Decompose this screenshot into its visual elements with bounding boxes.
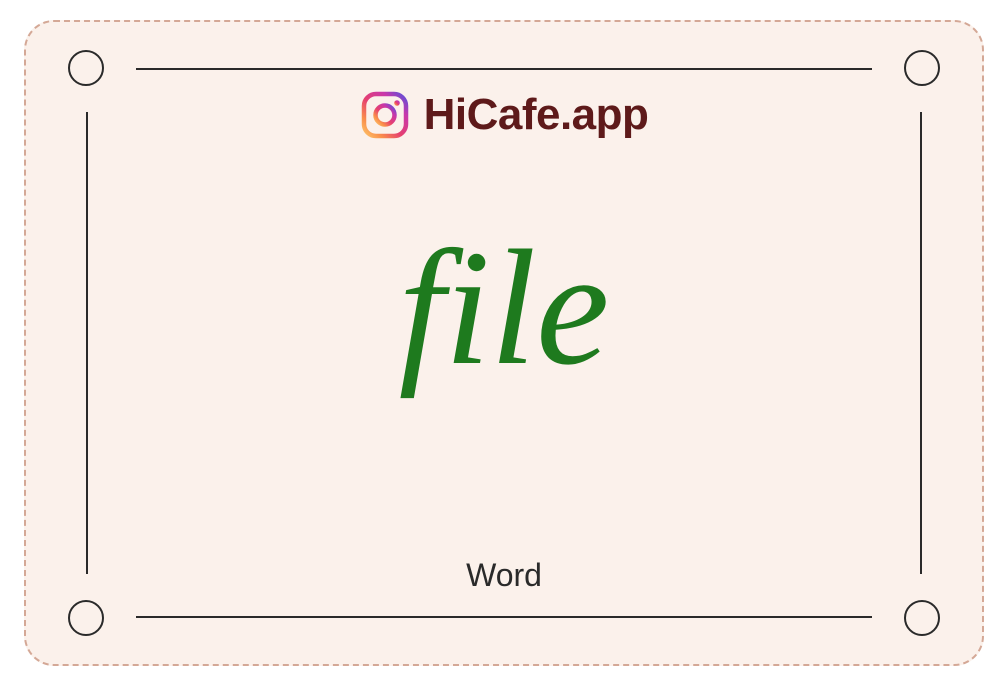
brand-name: HiCafe.app (424, 90, 649, 140)
word-caption: Word (466, 557, 542, 594)
vocabulary-card: HiCafe.app file Word (24, 20, 984, 666)
frame-line-right (920, 112, 922, 574)
corner-hole-tr (904, 50, 940, 86)
frame-line-top (136, 68, 872, 70)
instagram-icon (360, 90, 410, 140)
frame-line-bottom (136, 616, 872, 618)
brand-header: HiCafe.app (360, 90, 649, 140)
vocabulary-word: file (399, 225, 610, 390)
corner-hole-tl (68, 50, 104, 86)
frame-line-left (86, 112, 88, 574)
corner-hole-bl (68, 600, 104, 636)
corner-hole-br (904, 600, 940, 636)
